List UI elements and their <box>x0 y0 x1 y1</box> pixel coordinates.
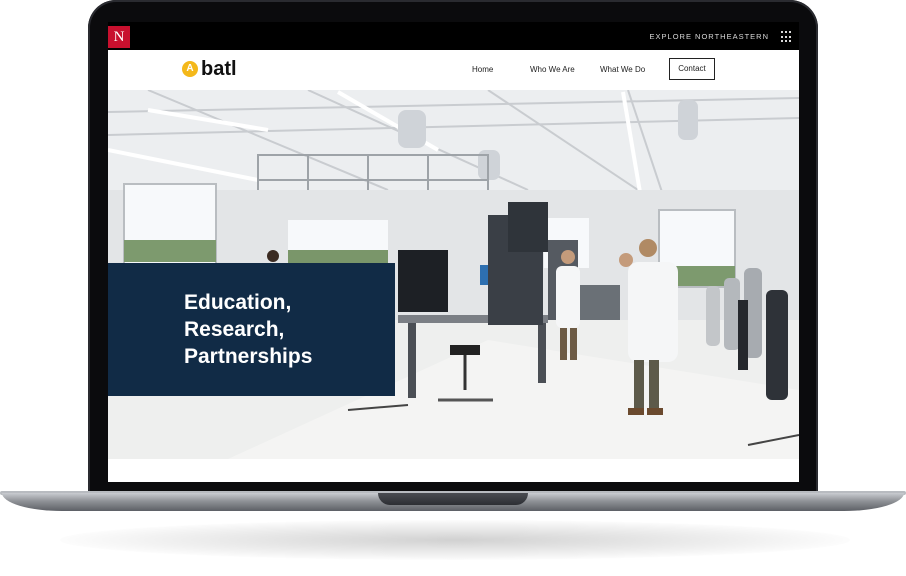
nav-link-home[interactable]: Home <box>472 65 493 74</box>
contact-button[interactable]: Contact <box>669 58 715 80</box>
brand-logo[interactable]: A batl <box>182 59 237 79</box>
content-area-edge <box>108 459 799 482</box>
hero-title-line: Partnerships <box>184 345 313 368</box>
hero-title-panel: Education, Research, Partnerships <box>108 263 395 396</box>
hero-title: Education, Research, Partnerships <box>184 289 384 370</box>
site-header: A batl Home Who We Are What We Do Contac… <box>108 50 799 90</box>
explore-northeastern-link[interactable]: EXPLORE NORTHEASTERN <box>650 32 769 41</box>
brand-name: batl <box>201 58 237 80</box>
northeastern-logo[interactable]: N <box>108 26 130 48</box>
laptop-screen: N EXPLORE NORTHEASTERN A batl Home Who W… <box>108 22 799 482</box>
nav-link-what-we-do[interactable]: What We Do <box>600 65 645 74</box>
hero-banner: Education, Research, Partnerships <box>108 90 799 459</box>
apps-grid-icon[interactable] <box>781 31 793 43</box>
hero-title-line: Education, <box>184 291 292 314</box>
hero-title-line: Research, <box>184 318 285 341</box>
laptop-shadow <box>60 520 850 560</box>
laptop-notch <box>378 493 528 505</box>
brand-mark-icon: A <box>182 61 198 77</box>
nav-link-who-we-are[interactable]: Who We Are <box>530 65 575 74</box>
university-bar: N EXPLORE NORTHEASTERN <box>108 22 799 50</box>
